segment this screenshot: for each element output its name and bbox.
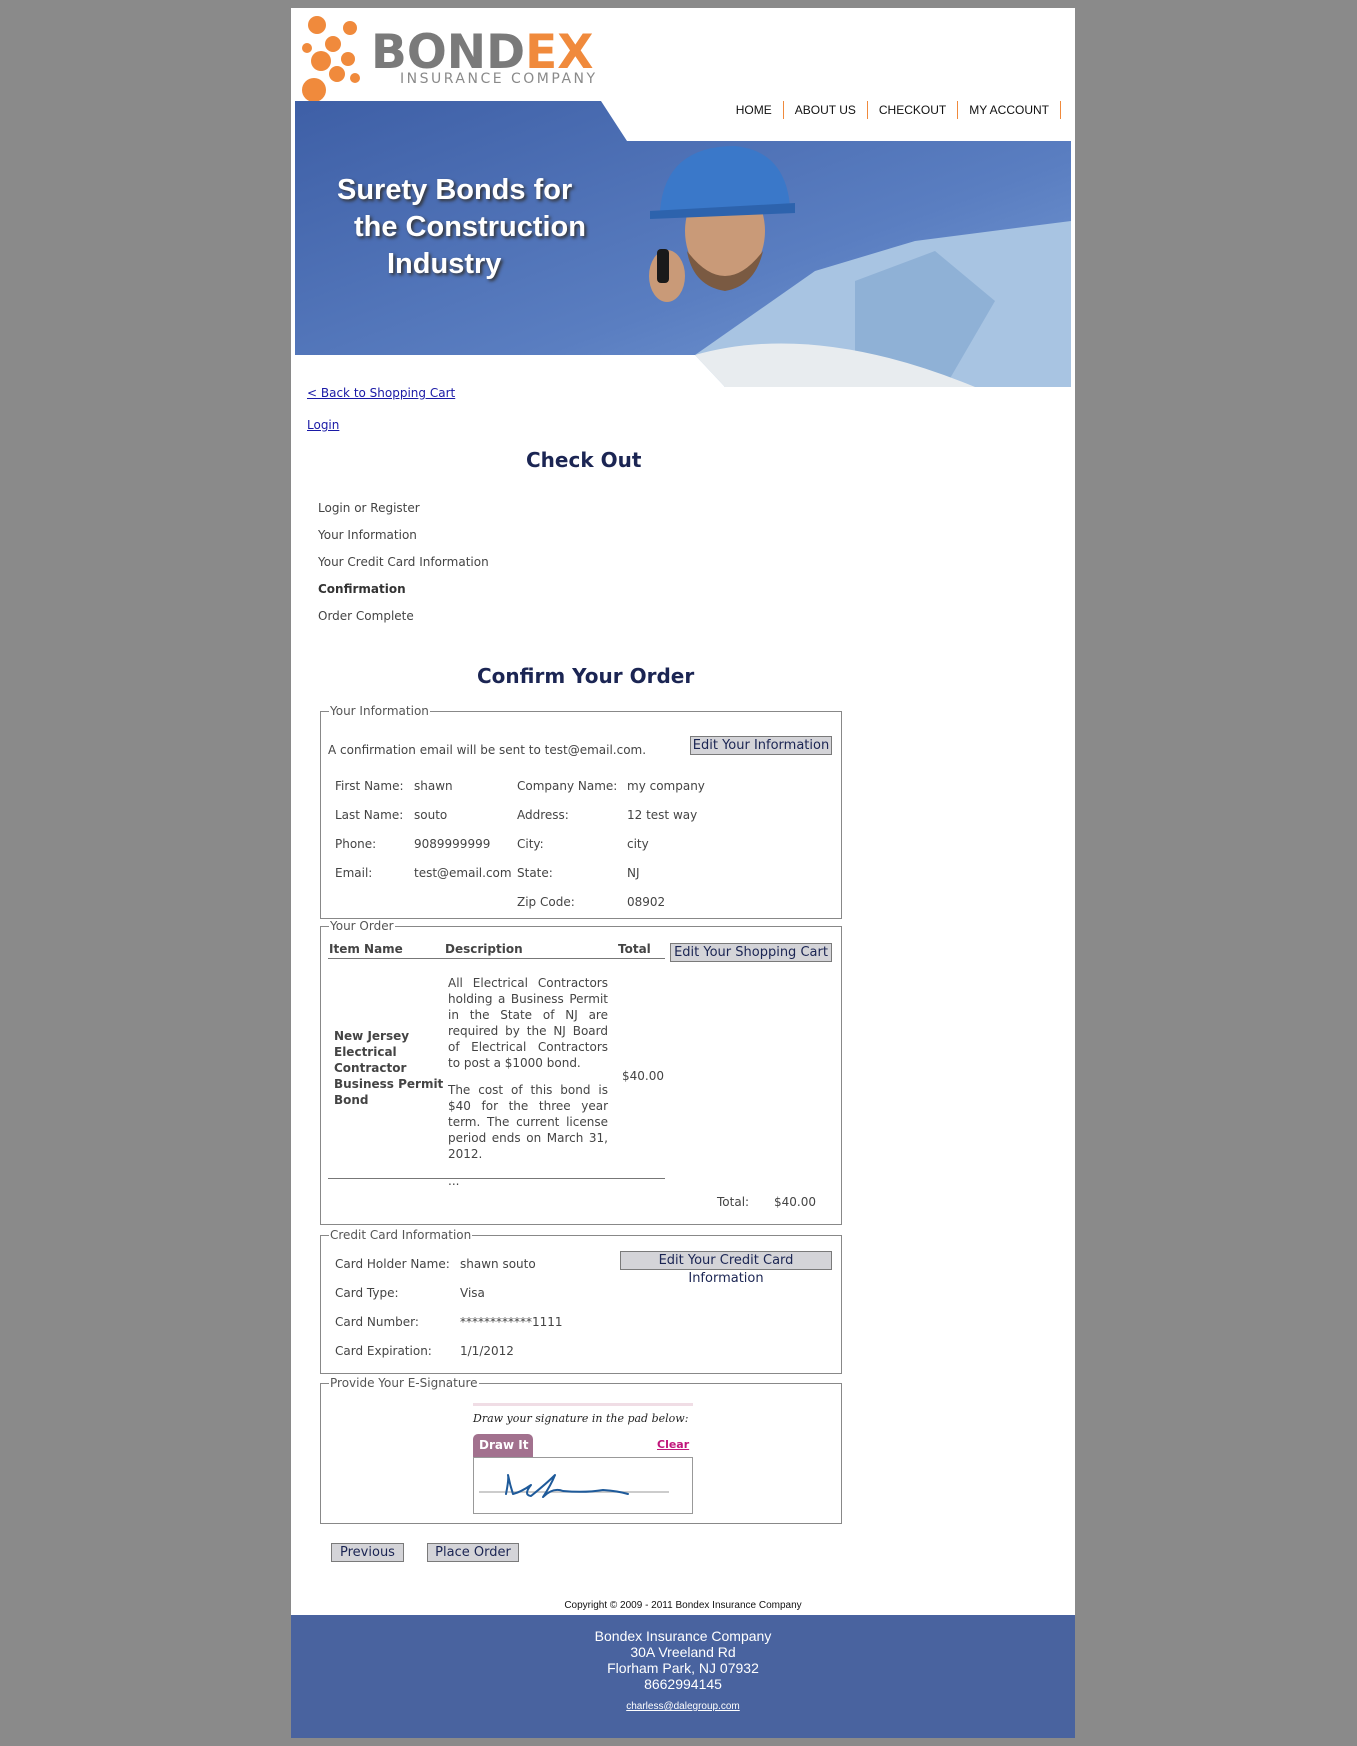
nav-my-account[interactable]: MY ACCOUNT bbox=[958, 101, 1061, 119]
item-description: All Electrical Contractors holding a Bus… bbox=[448, 976, 608, 1188]
value-company: my company bbox=[627, 779, 705, 793]
nav-about-us[interactable]: ABOUT US bbox=[784, 101, 868, 119]
edit-information-button[interactable]: Edit Your Information bbox=[690, 736, 832, 755]
value-address: 12 test way bbox=[627, 808, 698, 822]
value-state: NJ bbox=[627, 866, 640, 880]
section-legend: Provide Your E-Signature bbox=[329, 1376, 479, 1390]
step-credit-card: Your Credit Card Information bbox=[318, 555, 489, 569]
section-legend: Your Order bbox=[329, 919, 395, 933]
confirmation-email-note: A confirmation email will be sent to tes… bbox=[328, 743, 647, 757]
value-zip: 08902 bbox=[627, 895, 666, 909]
order-total-value: $40.00 bbox=[774, 1195, 816, 1209]
nav-home[interactable]: HOME bbox=[725, 101, 784, 119]
edit-shopping-cart-button[interactable]: Edit Your Shopping Cart bbox=[670, 943, 832, 962]
footer-city: Florham Park, NJ 07932 bbox=[607, 1660, 759, 1676]
section-legend: Your Information bbox=[329, 704, 430, 718]
main-nav: HOME ABOUT US CHECKOUT MY ACCOUNT bbox=[725, 101, 1061, 119]
signature-prompt: Draw your signature in the pad below: bbox=[473, 1412, 689, 1425]
header-item-name: Item Name bbox=[329, 942, 403, 956]
label-company: Company Name: bbox=[517, 779, 618, 793]
banner-headline: Surety Bonds for the Construction Indust… bbox=[337, 174, 586, 280]
item-name: New Jersey Electrical Contractor Busines… bbox=[334, 1029, 444, 1107]
label-address: Address: bbox=[517, 808, 569, 822]
footer-phone: 8662994145 bbox=[644, 1676, 722, 1692]
label-card-expiration: Card Expiration: bbox=[335, 1344, 432, 1358]
order-total-label: Total: bbox=[717, 1195, 750, 1209]
step-order-complete: Order Complete bbox=[318, 609, 414, 623]
draw-it-tab[interactable]: Draw It bbox=[473, 1434, 533, 1457]
clear-signature-link[interactable]: Clear bbox=[657, 1438, 689, 1451]
footer-email-link[interactable]: charless@dalegroup.com bbox=[291, 1701, 1075, 1712]
credit-card-section: Credit Card Information Edit Your Credit… bbox=[320, 1228, 842, 1374]
label-state: State: bbox=[517, 866, 553, 880]
label-city: City: bbox=[517, 837, 544, 851]
edit-credit-card-button[interactable]: Edit Your Credit Card Information bbox=[620, 1251, 832, 1286]
value-card-number: ************1111 bbox=[460, 1315, 563, 1329]
label-phone: Phone: bbox=[335, 837, 377, 851]
place-order-button[interactable]: Place Order bbox=[427, 1543, 519, 1562]
step-confirmation: Confirmation bbox=[318, 582, 406, 596]
value-card-expiration: 1/1/2012 bbox=[460, 1344, 514, 1358]
footer-company: Bondex Insurance Company bbox=[594, 1628, 772, 1644]
header-description: Description bbox=[445, 942, 523, 956]
nav-checkout[interactable]: CHECKOUT bbox=[868, 101, 959, 119]
step-your-information: Your Information bbox=[318, 528, 417, 542]
footer: Bondex Insurance Company 30A Vreeland Rd… bbox=[291, 1615, 1075, 1738]
login-link[interactable]: Login bbox=[307, 418, 339, 432]
label-card-number: Card Number: bbox=[335, 1315, 419, 1329]
label-last-name: Last Name: bbox=[335, 808, 404, 822]
value-email: test@email.com bbox=[414, 866, 512, 880]
confirm-order-title: Confirm Your Order bbox=[477, 664, 695, 688]
copyright-text: Copyright © 2009 - 2011 Bondex Insurance… bbox=[564, 1600, 802, 1611]
your-information-section: Your Information A confirmation email wi… bbox=[320, 704, 842, 919]
value-phone: 9089999999 bbox=[414, 837, 491, 851]
signature-top-rule bbox=[473, 1403, 693, 1406]
value-first-name: shawn bbox=[414, 779, 453, 793]
value-card-type: Visa bbox=[460, 1286, 485, 1300]
header-total: Total bbox=[618, 942, 651, 956]
value-city: city bbox=[627, 837, 649, 851]
label-email: Email: bbox=[335, 866, 373, 880]
previous-button[interactable]: Previous bbox=[331, 1543, 404, 1562]
label-card-type: Card Type: bbox=[335, 1286, 399, 1300]
table-bottom-divider bbox=[328, 1178, 665, 1179]
step-login: Login or Register bbox=[318, 501, 420, 515]
page: BONDEX INSURANCE COMPANY Surety Bonds fo… bbox=[291, 8, 1075, 1738]
item-total: $40.00 bbox=[622, 1069, 664, 1083]
e-signature-section: Provide Your E-Signature Draw your signa… bbox=[320, 1376, 842, 1524]
label-card-holder: Card Holder Name: bbox=[335, 1257, 450, 1271]
header-divider bbox=[328, 958, 665, 959]
value-last-name: souto bbox=[414, 808, 448, 822]
footer-street: 30A Vreeland Rd bbox=[630, 1644, 736, 1660]
label-zip: Zip Code: bbox=[517, 895, 575, 909]
checkout-title: Check Out bbox=[526, 448, 642, 472]
logo-subtitle: INSURANCE COMPANY bbox=[400, 71, 598, 87]
signature-pad[interactable] bbox=[473, 1457, 693, 1514]
value-card-holder: shawn souto bbox=[460, 1257, 536, 1271]
your-order-section: Your Order Item Name Description Total E… bbox=[320, 919, 842, 1225]
section-legend: Credit Card Information bbox=[329, 1228, 473, 1242]
label-first-name: First Name: bbox=[335, 779, 404, 793]
back-to-cart-link[interactable]: < Back to Shopping Cart bbox=[307, 386, 455, 400]
